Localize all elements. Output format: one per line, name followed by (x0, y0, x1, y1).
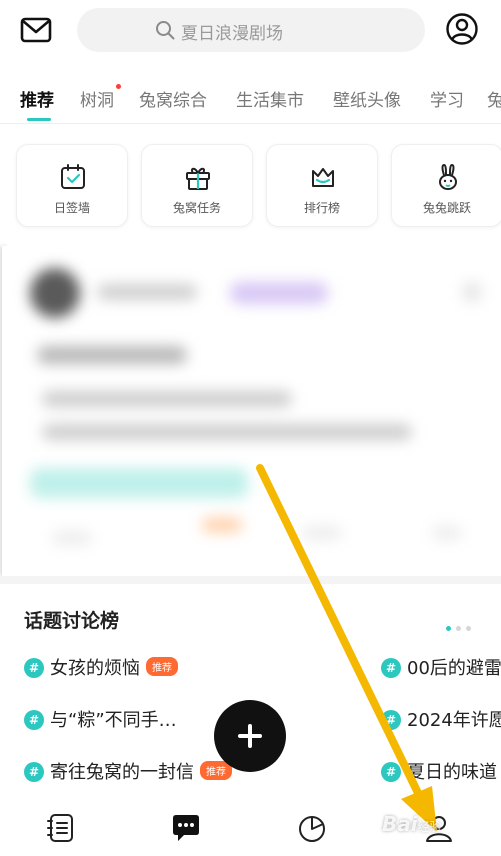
topic-board-pager (446, 616, 476, 635)
nav-stats-pie-icon[interactable] (296, 812, 328, 844)
pager-dot (456, 626, 461, 631)
category-tabs: 推荐 树洞 兔窝综合 生活集市 壁纸头像 学习 兔 (0, 78, 501, 124)
active-tab-indicator (27, 118, 51, 121)
hashtag-icon: # (24, 658, 44, 678)
pager-dot (466, 626, 471, 631)
hashtag-icon: # (24, 710, 44, 730)
quick-card-daily-sign[interactable]: 日签墙 (16, 144, 128, 227)
mail-icon[interactable] (20, 16, 54, 46)
tab-more[interactable]: 兔 (487, 86, 501, 111)
search-bar[interactable]: 夏日浪漫剧场 (77, 8, 425, 52)
hashtag-icon: # (381, 762, 401, 782)
topic-item[interactable]: #2024年许愿 (381, 706, 501, 732)
quick-card-label: 日签墙 (53, 201, 90, 215)
quick-card-leaderboard[interactable]: 排行榜 (266, 144, 378, 227)
nav-community-chat-icon[interactable] (170, 812, 202, 844)
topic-item[interactable]: #00后的避雷 (381, 654, 501, 680)
topic-text: 2024年许愿 (407, 710, 501, 731)
recommend-badge: 推荐 (146, 657, 178, 676)
notification-dot (116, 84, 121, 89)
topic-text: 寄往兔窝的一封信 (50, 762, 194, 783)
crown-icon (312, 168, 334, 187)
topic-text: 与“粽”不同手… (50, 710, 177, 731)
feed-post-blurred[interactable] (2, 246, 501, 576)
topic-text: 00后的避雷 (407, 658, 501, 679)
tab-study[interactable]: 学习 (430, 86, 464, 111)
topic-item[interactable]: # 女孩的烦恼 推荐 (24, 654, 178, 680)
tab-tree-hole[interactable]: 树洞 (80, 86, 114, 111)
user-profile-icon[interactable] (445, 12, 479, 46)
tab-burrow-general[interactable]: 兔窝综合 (139, 86, 207, 111)
pager-dot-active (446, 626, 451, 631)
quick-card-label: 兔兔跳跃 (422, 201, 471, 215)
rabbit-icon (439, 163, 457, 190)
blurred-content (2, 246, 501, 576)
gift-icon (186, 167, 210, 190)
topic-text: 女孩的烦恼 (50, 658, 140, 679)
topic-board-title: 话题讨论榜 (24, 610, 120, 632)
topic-item[interactable]: # 夏日的味道 (381, 758, 497, 784)
tab-recommend[interactable]: 推荐 (20, 86, 54, 111)
calendar-check-icon (61, 164, 85, 189)
tab-life-market[interactable]: 生活集市 (236, 86, 304, 111)
section-divider (0, 576, 501, 584)
topic-item[interactable]: # 寄往兔窝的一封信 推荐 (24, 758, 232, 784)
hashtag-icon: # (381, 710, 401, 730)
hashtag-icon: # (381, 658, 401, 678)
topic-text: 夏日的味道 (407, 762, 497, 783)
search-icon (155, 20, 175, 40)
search-placeholder: 夏日浪漫剧场 (181, 24, 283, 44)
quick-card-label: 排行榜 (303, 201, 340, 215)
quick-card-burrow-task[interactable]: 兔窝任务 (141, 144, 253, 227)
tab-wallpaper-avatar[interactable]: 壁纸头像 (333, 86, 401, 111)
top-bar: 夏日浪漫剧场 (0, 0, 501, 64)
quick-card-bunny-jump[interactable]: 兔兔跳跃 (391, 144, 501, 227)
nav-notebook-icon[interactable] (45, 812, 77, 844)
baidu-watermark: Bai经验 (382, 812, 442, 836)
create-post-button[interactable] (214, 700, 286, 772)
hashtag-icon: # (24, 762, 44, 782)
topic-item[interactable]: # 与“粽”不同手… (24, 706, 177, 732)
quick-card-label: 兔窝任务 (172, 201, 221, 215)
